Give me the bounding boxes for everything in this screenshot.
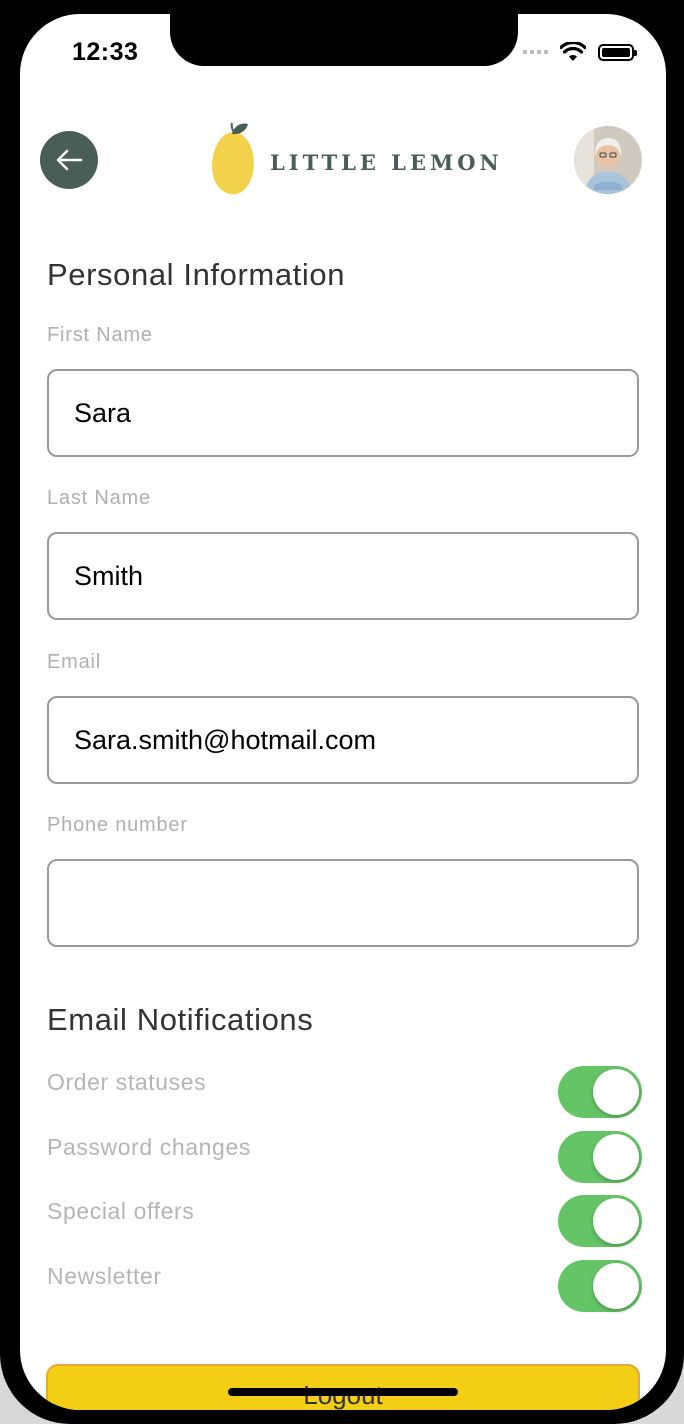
first-name-label: First Name	[47, 324, 153, 346]
password-changes-label: Password changes	[47, 1134, 251, 1160]
profile-photo-icon	[574, 126, 642, 194]
toggle-knob	[593, 1263, 639, 1309]
lemon-icon	[212, 122, 254, 195]
first-name-input[interactable]	[47, 369, 639, 457]
order-statuses-label: Order statuses	[47, 1069, 207, 1095]
logout-button[interactable]: Logout	[46, 1364, 640, 1410]
special-offers-label: Special offers	[47, 1198, 195, 1224]
phone-label: Phone number	[47, 814, 188, 836]
cellular-signal-icon	[523, 50, 548, 54]
toggle-knob	[593, 1198, 639, 1244]
home-indicator	[228, 1388, 458, 1396]
device-frame: 12:33 LITTLE LEMON Personal Information …	[0, 0, 684, 1424]
order-statuses-toggle[interactable]	[558, 1066, 642, 1118]
email-label: Email	[47, 651, 102, 673]
back-button[interactable]	[40, 131, 98, 189]
app-screen: 12:33 LITTLE LEMON Personal Information …	[20, 14, 666, 1410]
toggle-knob	[593, 1134, 639, 1180]
newsletter-label: Newsletter	[47, 1263, 162, 1289]
special-offers-toggle[interactable]	[558, 1195, 642, 1247]
last-name-input[interactable]	[47, 532, 639, 620]
battery-icon	[598, 43, 637, 61]
last-name-label: Last Name	[47, 487, 151, 509]
device-notch	[170, 14, 518, 66]
password-changes-toggle[interactable]	[558, 1131, 642, 1183]
arrow-left-icon	[56, 149, 83, 171]
profile-avatar[interactable]	[574, 126, 642, 194]
phone-input[interactable]	[47, 859, 639, 947]
wifi-icon	[560, 42, 586, 61]
brand-logo: LITTLE LEMON	[210, 122, 503, 198]
email-notifications-title: Email Notifications	[47, 1002, 314, 1037]
brand-name: LITTLE LEMON	[270, 149, 503, 175]
personal-info-title: Personal Information	[47, 257, 346, 292]
newsletter-toggle[interactable]	[558, 1260, 642, 1312]
email-input[interactable]	[47, 696, 639, 784]
toggle-knob	[593, 1069, 639, 1115]
status-time: 12:33	[72, 38, 139, 66]
status-icons	[523, 42, 637, 62]
